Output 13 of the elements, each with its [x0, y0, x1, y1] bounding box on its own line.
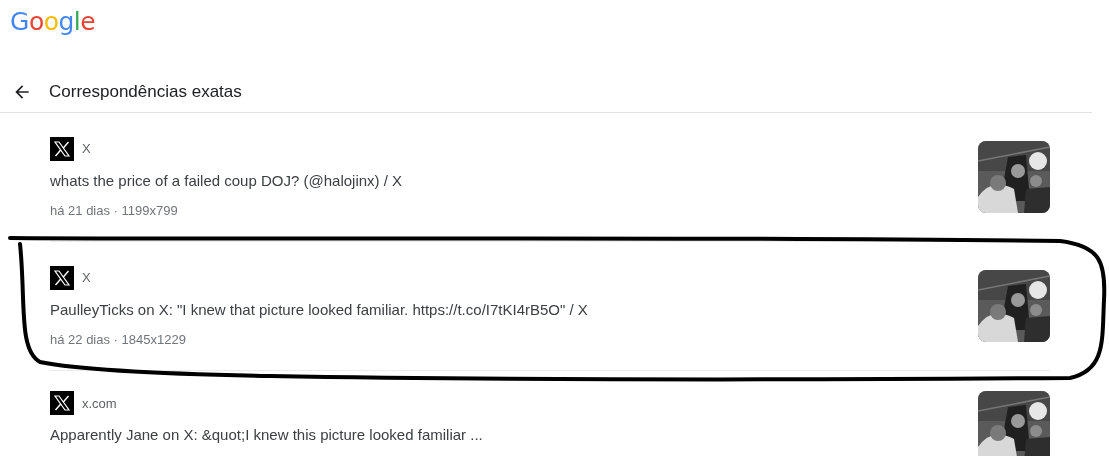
x-logo-icon — [50, 265, 74, 290]
result-meta: há 21 dias · 1199x799 — [50, 202, 179, 218]
result-meta: há 22 dias · 1845x1229 — [50, 331, 187, 347]
source-name: x.com — [82, 395, 117, 411]
google-logo[interactable]: Google — [10, 7, 96, 36]
page-title: Correspondências exatas — [49, 82, 242, 102]
source-name: X — [82, 270, 91, 285]
x-logo-icon — [50, 136, 74, 161]
result-title-link[interactable]: whats the price of a failed coup DOJ? (@halojinx) / X — [50, 171, 403, 189]
result-title-link[interactable]: Apparently Jane on X: &quot;I knew this picture looked familiar ... — [50, 426, 483, 443]
source-name: X — [82, 141, 91, 156]
result-title-link[interactable]: PaulleyTicks on X: "I knew that picture looked familiar. https://t.co/I7tKI4rB5O" / X — [50, 300, 588, 318]
x-logo-icon — [50, 391, 74, 415]
